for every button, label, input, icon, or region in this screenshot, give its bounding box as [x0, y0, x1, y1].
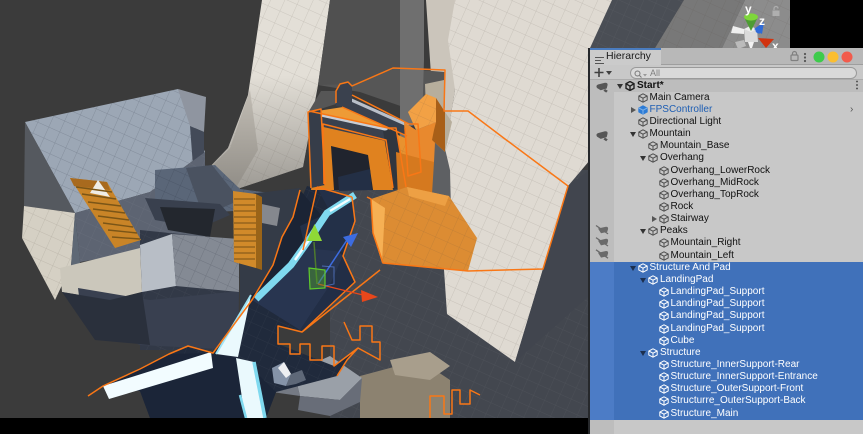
svg-text:z: z: [759, 14, 765, 28]
svg-text:y: y: [745, 2, 752, 16]
